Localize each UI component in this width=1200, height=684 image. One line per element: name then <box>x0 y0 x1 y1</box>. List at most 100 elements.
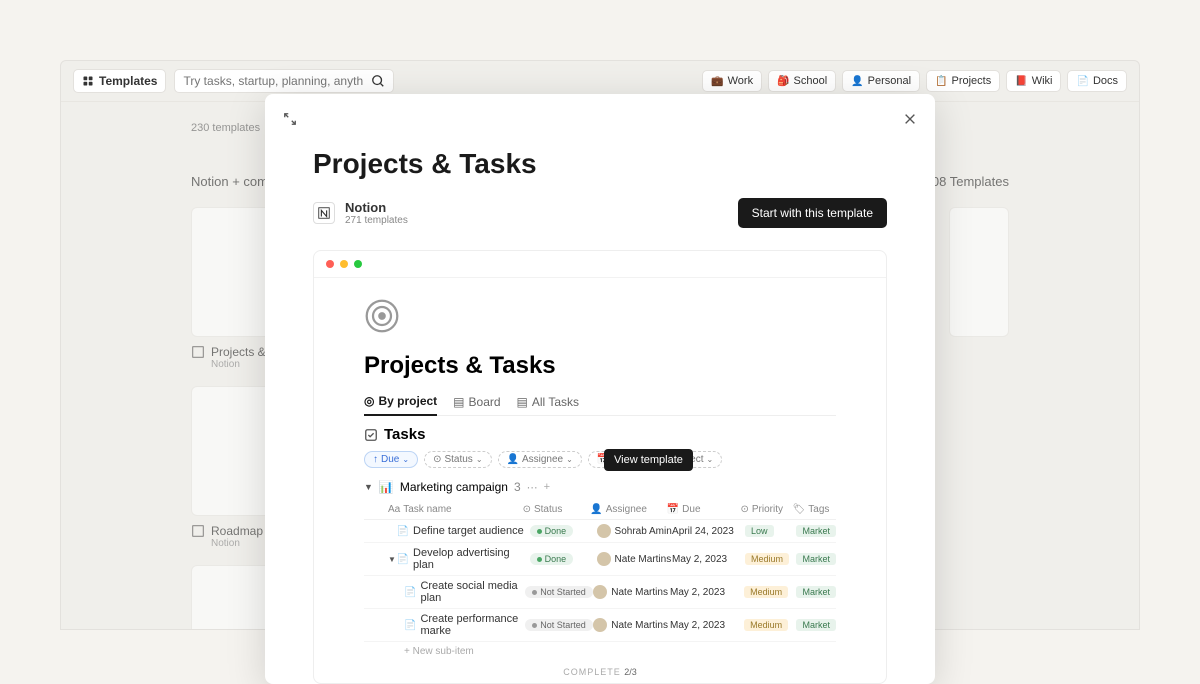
templates-icon <box>82 75 94 87</box>
table-row[interactable]: 📄Create performance marke Not Started Na… <box>364 609 836 642</box>
table-row[interactable]: ▼ 📄Develop advertising plan Done Nate Ma… <box>364 543 836 576</box>
chip-icon: 📄 <box>1076 76 1088 87</box>
window-zoom-icon <box>354 260 362 268</box>
expand-toggle-icon[interactable]: ▼ <box>388 555 397 564</box>
checkbox-icon <box>364 428 378 442</box>
tab-all-tasks[interactable]: ▤ All Tasks <box>517 394 579 415</box>
col-tags-label: Tags <box>808 504 829 515</box>
col-name-label: Task name <box>403 504 451 515</box>
chip-label: Docs <box>1093 75 1118 87</box>
nav-chip-personal[interactable]: 👤Personal <box>842 70 920 92</box>
due-date: May 2, 2023 <box>670 587 744 598</box>
target-icon <box>364 298 400 334</box>
template-preview: View template Projects & Tasks ◎By proje… <box>313 250 887 684</box>
window-minimize-icon <box>340 260 348 268</box>
status-badge: Done <box>530 525 574 537</box>
status-badge: Not Started <box>525 586 593 598</box>
col-priority-label: Priority <box>752 504 783 515</box>
priority-badge: Medium <box>744 586 788 598</box>
filter-label: Assignee <box>522 454 563 465</box>
nav-chip-projects[interactable]: 📋 Projects <box>926 70 1000 92</box>
column-icon: 🏷 <box>793 504 806 515</box>
search-input[interactable] <box>183 74 363 88</box>
task-name: Define target audience <box>413 525 524 537</box>
notion-logo-icon <box>191 345 205 359</box>
expand-icon[interactable] <box>283 112 297 126</box>
filter-due[interactable]: ↑Due⌄ <box>364 451 418 468</box>
start-template-button[interactable]: Start with this template <box>738 198 887 228</box>
tab-board[interactable]: ▤ Board <box>453 394 500 415</box>
column-icon: ⊙ <box>741 504 749 515</box>
card-title: Roadmap <box>211 524 263 538</box>
complete-indicator: COMPLETE 2/3 <box>364 661 836 683</box>
card-thumbnail <box>949 207 1009 337</box>
assignee-name: Sohrab Amin <box>615 526 672 537</box>
task-name: Develop advertising plan <box>413 547 530 571</box>
nav-chip-docs[interactable]: 📄 Docs <box>1067 70 1127 92</box>
col-assignee-label: Assignee <box>606 504 647 515</box>
assignee-name: Nate Martins <box>611 587 668 598</box>
notion-logo-icon <box>191 524 205 538</box>
tab-by-project[interactable]: ◎By project <box>364 394 437 416</box>
chip-icon: 📕 <box>1015 76 1027 87</box>
filter-status[interactable]: ⊙Status⌄ <box>424 451 491 468</box>
tag-badge: Market <box>796 586 836 598</box>
status-badge: Done <box>530 553 574 565</box>
table-row[interactable]: 📄 Create social media plan Not Started Na… <box>364 576 836 609</box>
group-more-icon[interactable]: ⋯ <box>527 481 538 494</box>
priority-badge: Medium <box>744 619 788 631</box>
nav-chip-school[interactable]: 🎒School <box>768 70 836 92</box>
chevron-down-icon: ⌄ <box>706 455 713 464</box>
group-name: Marketing campaign <box>400 480 508 494</box>
group-add-icon[interactable]: + <box>544 481 550 493</box>
chip-icon: 📋 <box>935 76 947 87</box>
view-tabs: ◎By project ▤ Board ▤ All Tasks <box>364 394 836 416</box>
column-icon: 📅 <box>667 504 679 515</box>
nav-chip-wiki[interactable]: 📕 Wiki <box>1006 70 1061 92</box>
chip-label: Personal <box>868 75 911 87</box>
group-icon: 📊 <box>379 480 394 494</box>
view-template-tooltip[interactable]: View template <box>604 449 693 471</box>
tab-icon: ▤ <box>453 395 464 409</box>
search-box[interactable] <box>174 69 394 93</box>
due-date: May 2, 2023 <box>670 620 744 631</box>
filter-icon: ↑ <box>373 454 378 465</box>
tab-icon: ▤ <box>517 395 528 409</box>
chip-icon: 🎒 <box>777 76 789 87</box>
table-row[interactable]: 📄Define target audience Done Sohrab Amin… <box>364 520 836 543</box>
chip-icon: 💼 <box>711 76 723 87</box>
priority-badge: Low <box>745 525 774 537</box>
column-icon: ⊙ <box>523 504 531 515</box>
tag-badge: Market <box>796 619 836 631</box>
author-avatar <box>313 202 335 224</box>
avatar <box>597 552 611 566</box>
group-count: 3 <box>514 480 521 494</box>
author-row: Notion 271 templates Start with this tem… <box>313 198 887 228</box>
template-modal: Projects & Tasks Notion 271 templates St… <box>265 94 935 684</box>
group-header[interactable]: ▼ 📊 Marketing campaign 3 ⋯ + <box>364 480 836 494</box>
tag-badge: Market <box>796 553 836 565</box>
page-icon: 📄 <box>404 587 416 598</box>
task-name: Create social media plan <box>420 580 525 604</box>
author-template-count: 271 templates <box>345 215 408 226</box>
filter-assignee[interactable]: 👤Assignee⌄ <box>498 451 582 468</box>
page-icon: 📄 <box>397 554 409 565</box>
tasks-label: Tasks <box>384 426 425 443</box>
chevron-down-icon: ⌄ <box>476 455 483 464</box>
nav-chip-work[interactable]: 💼 Work <box>702 70 762 92</box>
templates-label: Templates <box>99 74 157 88</box>
chip-label: Work <box>728 75 753 87</box>
collapse-toggle-icon[interactable]: ▼ <box>364 482 373 492</box>
chip-label: Projects <box>952 75 992 87</box>
tab-label: Board <box>469 395 501 409</box>
close-icon[interactable] <box>903 112 917 126</box>
priority-badge: Medium <box>745 553 789 565</box>
chip-label: Wiki <box>1032 75 1053 87</box>
filter-label: Due <box>381 454 399 465</box>
author-name[interactable]: Notion <box>345 200 408 215</box>
templates-button[interactable]: Templates <box>73 69 166 93</box>
filter-row: ↑Due⌄⊙Status⌄👤Assignee⌄📅Due⌄▸Project⌄ <box>364 451 836 468</box>
due-date: May 2, 2023 <box>672 554 745 565</box>
add-subitem-button[interactable]: + New sub-item <box>364 642 836 661</box>
tab-label: All Tasks <box>532 395 579 409</box>
